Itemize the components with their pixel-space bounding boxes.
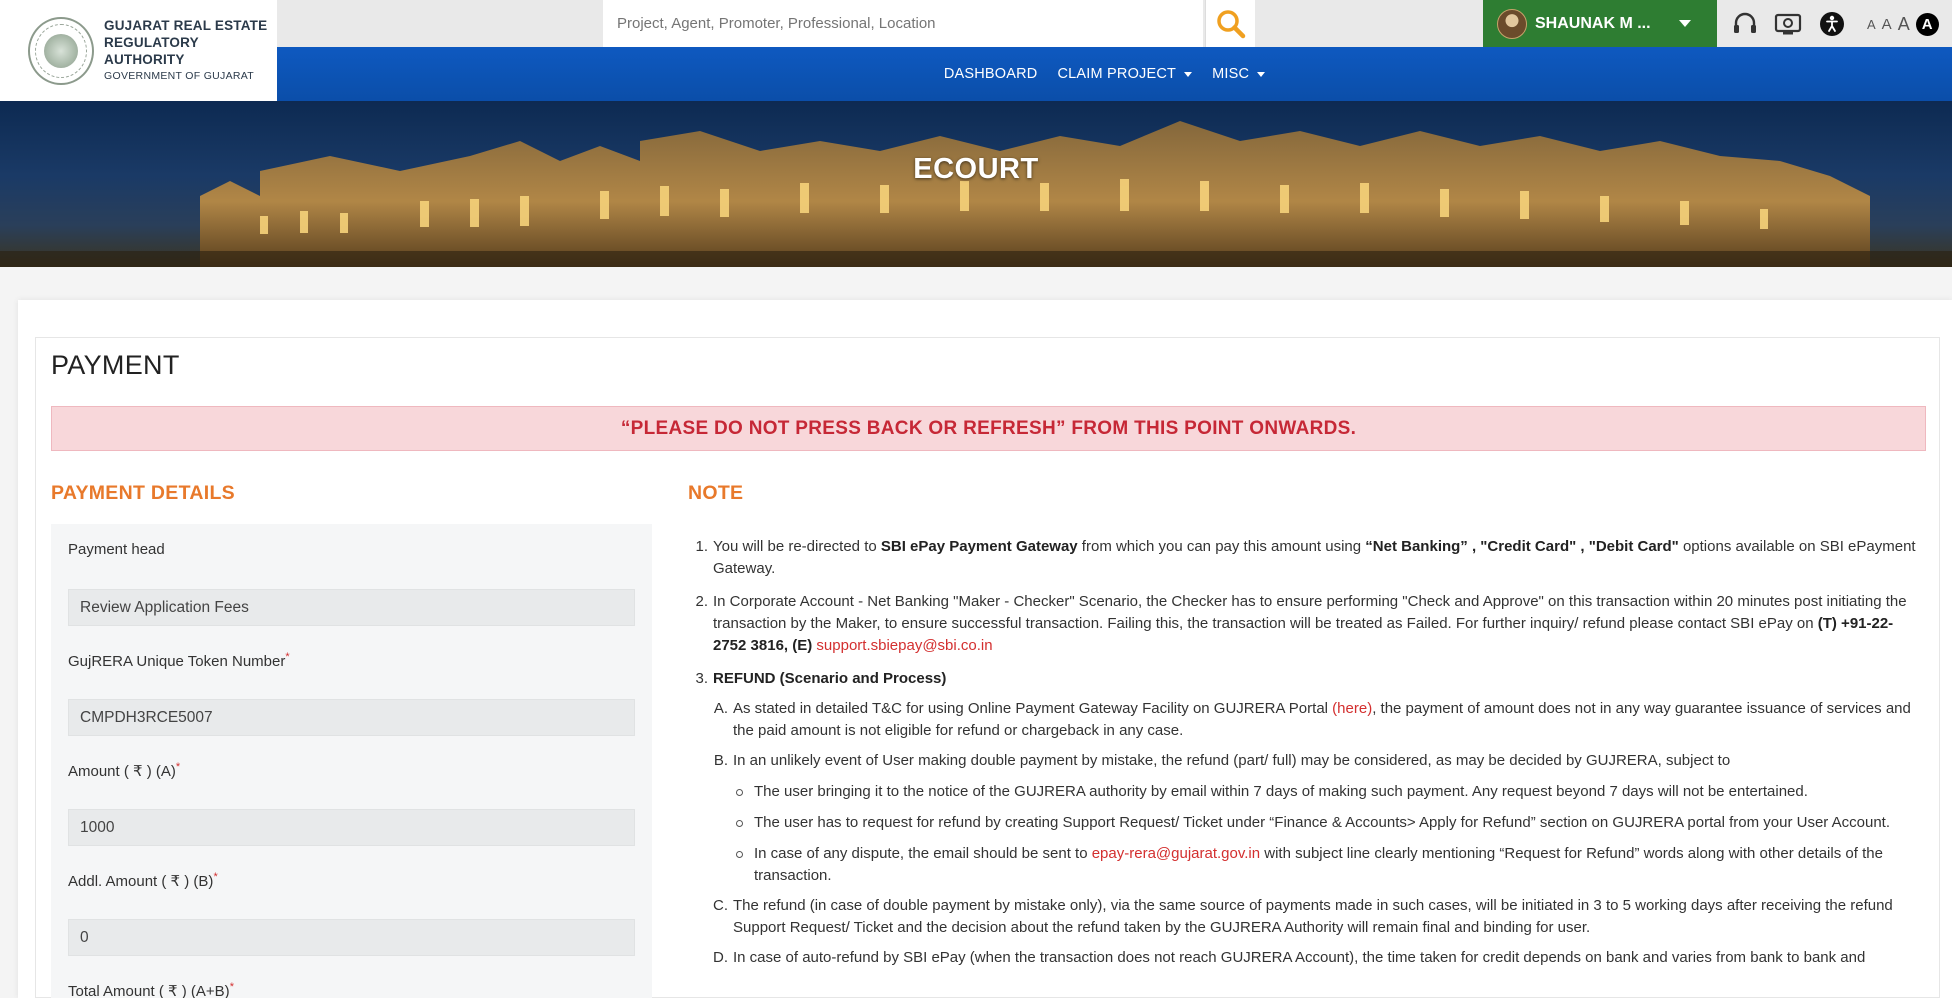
note-item-3: 3. REFUND (Scenario and Process) A. As s… [688,668,1918,969]
user-menu[interactable]: SHAUNAK M ... [1483,0,1717,47]
site-logo[interactable]: GUJARAT REAL ESTATE REGULATORY AUTHORITY… [0,0,277,101]
token-number-field[interactable] [68,699,635,736]
refund-point-a: A. As stated in detailed T&C for using O… [713,700,1911,739]
note-list: 1. You will be re-directed to SBI ePay P… [688,536,1918,980]
font-size-controls: A A A A [1867,10,1939,38]
banner-title: ECOURT [913,153,1039,185]
refund-condition-1: The user bringing it to the notice of th… [734,781,1918,803]
font-decrease-button[interactable]: A [1867,17,1876,32]
org-name-line1: GUJARAT REAL ESTATE [104,17,268,33]
search-input[interactable] [603,0,1203,47]
page-title: PAYMENT [51,350,180,380]
nav-claim-project[interactable]: CLAIM PROJECT [1057,66,1193,82]
top-utility-bar: SHAUNAK M ... A A A A [277,0,1952,47]
nav-misc-label: MISC [1212,66,1250,82]
refund-condition-2: The user has to request for refund by cr… [734,812,1918,834]
refund-point-c: C. The refund (in case of double payment… [713,897,1893,936]
gujrera-seal-icon [28,16,95,85]
accessibility-icon[interactable] [1818,10,1846,38]
chevron-down-icon [1678,20,1691,27]
org-government-line: GOVERNMENT OF GUJARAT [104,69,255,82]
screen-reader-icon[interactable] [1774,10,1802,38]
nav-dashboard-label: DASHBOARD [943,66,1038,82]
font-increase-button[interactable]: A [1898,14,1910,35]
org-name-line2: REGULATORY AUTHORITY [104,34,199,67]
token-number-label: GujRERA Unique Token Number* [68,651,290,670]
search-button[interactable] [1205,0,1255,47]
note-heading: NOTE [688,482,744,504]
tc-here-link[interactable]: (here) [1332,700,1372,717]
refund-point-d: D. In case of auto-refund by SBI ePay (w… [713,949,1866,966]
epay-rera-email-link[interactable]: epay-rera@gujarat.gov.in [1092,845,1260,862]
nav-claim-project-label: CLAIM PROJECT [1057,66,1177,82]
addl-amount-field[interactable] [68,919,635,956]
payment-head-field[interactable] [68,589,635,626]
amount-field[interactable] [68,809,635,846]
user-name: SHAUNAK M ... [1535,14,1651,32]
warning-alert: “PLEASE DO NOT PRESS BACK OR REFRESH” FR… [51,406,1926,451]
note-item-1: 1. You will be re-directed to SBI ePay P… [695,538,1916,577]
refund-condition-3: In case of any dispute, the email should… [734,843,1918,887]
amount-label: Amount ( ₹ ) (A)* [68,761,181,780]
chevron-down-icon [1184,71,1193,77]
nav-dashboard[interactable]: DASHBOARD [944,66,1038,82]
main-nav: DASHBOARD CLAIM PROJECT MISC [277,47,1952,101]
note-item-2: 2. In Corporate Account - Net Banking "M… [695,593,1907,654]
high-contrast-button[interactable]: A [1915,12,1939,36]
helpdesk-headset-icon[interactable] [1731,10,1759,38]
search-icon [1216,9,1245,38]
chevron-down-icon [1257,71,1266,77]
total-amount-label: Total Amount ( ₹ ) (A+B)* [68,981,234,998]
payment-head-label: Payment head [68,541,165,558]
avatar [1497,8,1527,39]
payment-details-heading: PAYMENT DETAILS [51,482,235,504]
nav-misc[interactable]: MISC [1212,66,1266,82]
addl-amount-label: Addl. Amount ( ₹ ) (B)* [68,871,218,890]
search-box [603,0,1203,47]
refund-point-b: B. In an unlikely event of User making d… [713,752,1731,769]
page-banner: ECOURT [0,101,1952,267]
font-normal-button[interactable]: A [1882,16,1892,33]
sbi-support-email-link[interactable]: support.sbiepay@sbi.co.in [816,637,992,654]
